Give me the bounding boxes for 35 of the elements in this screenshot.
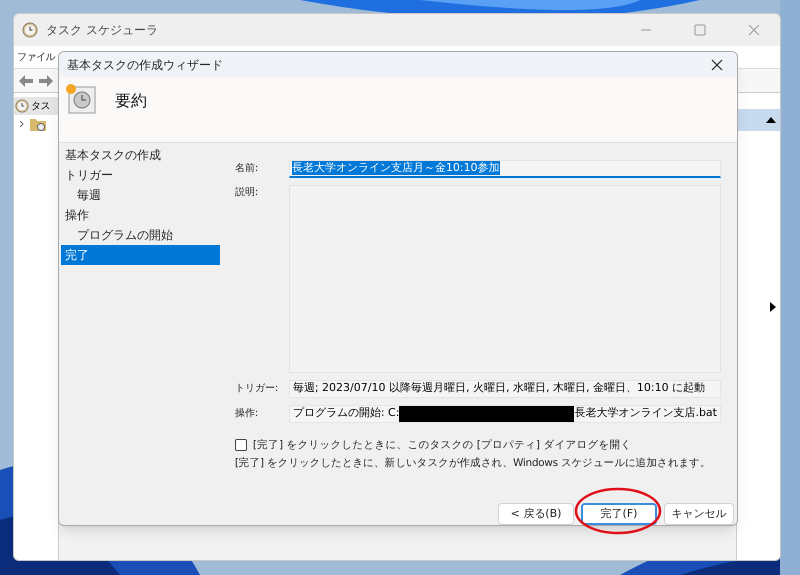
- wizard-step[interactable]: トリガー: [61, 164, 220, 184]
- wizard-step[interactable]: 基本タスクの作成: [61, 144, 220, 164]
- dialog-button[interactable]: < 戻る(B): [498, 503, 574, 525]
- menu-item[interactable]: ファイル: [17, 50, 55, 64]
- panel-header[interactable]: [737, 109, 780, 131]
- wizard-step[interactable]: 毎週: [61, 184, 220, 204]
- dialog-title: 基本タスクの作成ウィザード: [67, 56, 223, 74]
- name-field[interactable]: 長老大学オンライン支店月～金10:10参加: [288, 160, 721, 178]
- dialog-button[interactable]: キャンセル: [664, 503, 734, 525]
- close-icon[interactable]: [711, 58, 723, 71]
- window-title: タスク スケジューラ: [46, 22, 158, 39]
- field-label: トリガー:: [234, 382, 280, 396]
- field-label: 説明:: [234, 186, 260, 200]
- clock-icon: [65, 83, 97, 116]
- page-title: 要約: [115, 90, 147, 112]
- checkbox[interactable]: [234, 439, 247, 452]
- wizard-step[interactable]: 完了: [61, 244, 220, 264]
- dialog-button[interactable]: 完了(F): [581, 503, 657, 525]
- checkbox-label[interactable]: [完了] をクリックしたときに、このタスクの [プロパティ] ダイアログを開く: [252, 438, 632, 454]
- folder-icon: [30, 117, 46, 131]
- forward-arrow-icon[interactable]: [38, 74, 54, 88]
- action-path-start: プログラムの開始: C:: [292, 405, 400, 422]
- wizard-step[interactable]: プログラムの開始: [61, 224, 220, 244]
- chevron-icon[interactable]: [18, 120, 26, 128]
- tree-item[interactable]: タス: [14, 97, 58, 115]
- field-label: 操作:: [234, 407, 260, 421]
- back-arrow-icon[interactable]: [18, 74, 34, 88]
- clock-icon: [22, 22, 38, 38]
- expand-arrow-icon[interactable]: [770, 302, 776, 312]
- collapse-arrow-icon[interactable]: [766, 117, 776, 123]
- action-path-end: 長老大学オンライン支店.bat: [574, 405, 717, 422]
- wizard-step[interactable]: 操作: [61, 204, 220, 224]
- info-text: [完了] をクリックしたときに、新しいタスクが作成され、Windows スケジュールに追加されます。: [234, 456, 712, 472]
- trigger-field: 毎週; 2023/07/10 以降毎週月曜日, 火曜日, 水曜日, 木曜日, 金曜日、10:10 に起動: [288, 380, 721, 398]
- field-label: 名前:: [234, 162, 260, 176]
